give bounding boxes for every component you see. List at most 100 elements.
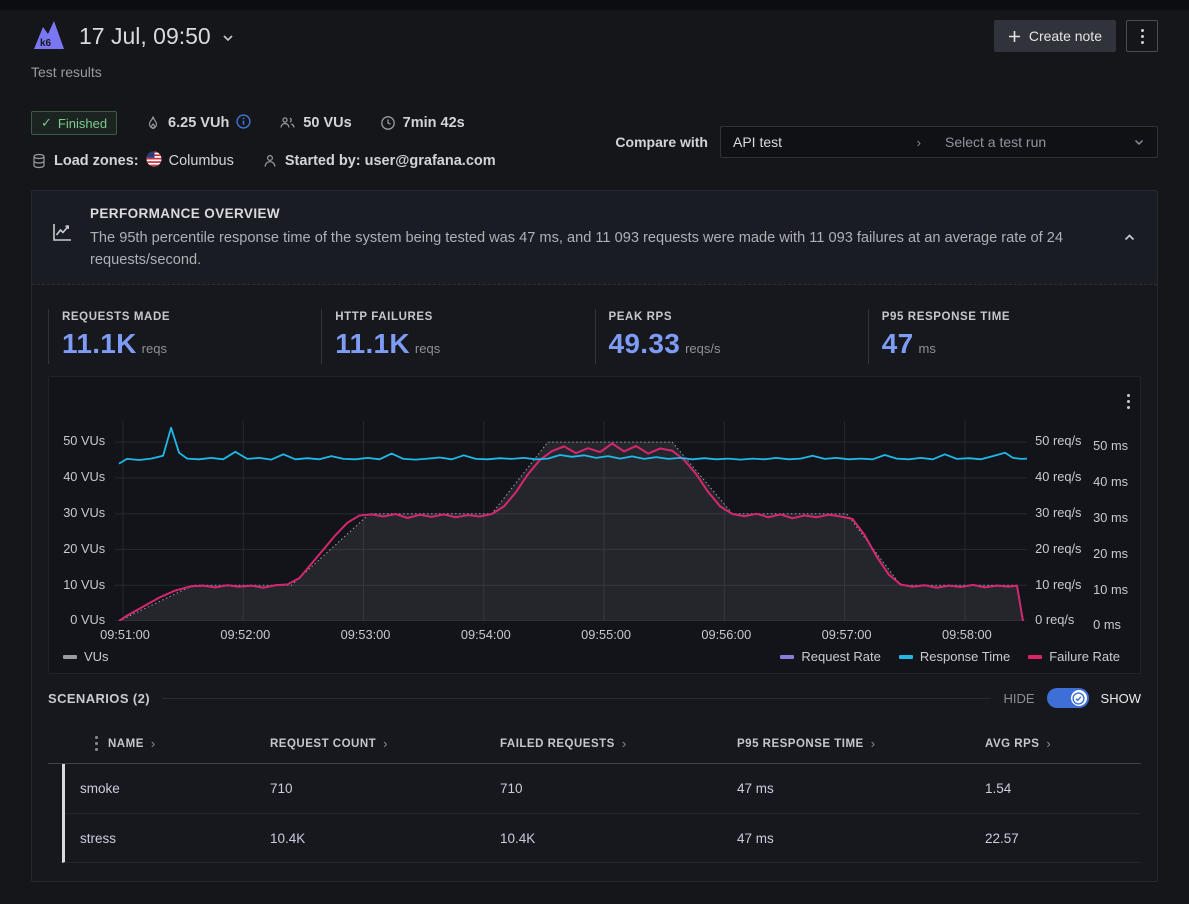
header-kebab-menu-button[interactable] [1126,20,1158,52]
stat-unit: reqs [142,341,167,356]
sort-chevron-icon: › [1046,737,1051,750]
create-note-button[interactable]: Create note [994,20,1116,52]
page-title: 17 Jul, 09:50 [79,23,211,50]
create-note-label: Create note [1029,28,1102,44]
y-tick-ms: 30 ms [1093,510,1128,525]
collapse-section-button[interactable] [1122,230,1137,248]
overview-description: The 95th percentile response time of the… [90,227,1075,271]
x-tick: 09:51:00 [93,627,157,642]
legend-swatch [899,655,913,659]
x-axis: 09:51:0009:52:0009:53:0009:54:0009:55:00… [49,621,1140,647]
legend-item-failure-rate[interactable]: Failure Rate [1028,649,1120,664]
stat-unit: reqs/s [685,341,720,356]
performance-overview-panel: PERFORMANCE OVERVIEW The 95th percentile… [31,190,1158,882]
plus-icon [1008,30,1021,43]
stat-requests-made: REQUESTS MADE11.1Kreqs [48,309,321,364]
us-flag-icon [146,151,162,171]
check-icon: ✓ [41,115,52,131]
column-header-request-count[interactable]: REQUEST COUNT› [270,737,500,750]
stat-label: HTTP FAILURES [335,311,594,323]
y-tick-vus: 30 VUs [63,505,105,520]
column-header-p95-response-time[interactable]: P95 RESPONSE TIME› [737,737,985,750]
x-tick: 09:56:00 [694,627,758,642]
stat-p95-response-time: P95 RESPONSE TIME47ms [868,309,1141,364]
chart-legend: VUs Request Rate Response Time Failure Rat… [49,647,1140,664]
stat-label: PEAK RPS [609,311,868,323]
clock-icon [380,115,396,131]
y-tick-ms: 10 ms [1093,582,1128,597]
plot-wrap: 0 VUs10 VUs20 VUs30 VUs40 VUs50 VUs 0 re… [49,421,1140,621]
show-scenarios-toggle[interactable] [1047,688,1089,708]
duration: 7min 42s [380,115,465,131]
compare-with-label: Compare with [615,134,708,150]
compare-select[interactable]: API test › Select a test run [720,126,1158,158]
chart-kebab-menu-button[interactable] [1127,385,1130,409]
load-zones: Load zones: Columbus [31,151,234,171]
stat-label: REQUESTS MADE [62,311,321,323]
y-tick-vus: 40 VUs [63,469,105,484]
stats-row: REQUESTS MADE11.1Kreqs HTTP FAILURES 11.1K… [48,309,1141,364]
toggle-knob [1071,690,1087,706]
vuh-usage: 6.25 VUh [145,114,251,133]
caret-down-icon [1133,136,1145,148]
hide-label[interactable]: HIDE [1003,691,1034,706]
table-body: smoke71071047 ms1.54stress10.4K10.4K47 m… [62,764,1141,863]
divider-line [162,698,991,699]
y-tick-vus: 20 VUs [63,541,105,556]
show-label[interactable]: SHOW [1101,691,1141,706]
y-tick-reqs: 50 req/s [1035,433,1081,448]
compare-testrun-segment[interactable]: Select a test run [933,134,1157,150]
column-header-name[interactable]: NAME› [108,737,270,750]
test-run-title-dropdown[interactable]: 17 Jul, 09:50 [79,23,235,50]
chart-panel: 0 VUs10 VUs20 VUs30 VUs40 VUs50 VUs 0 re… [48,376,1141,674]
window-top-edge [0,0,1189,10]
kebab-icon [1141,29,1144,44]
test-meta: ✓Finished 6.25 VUh 50 VUs 7min 42s Load … [31,110,1158,174]
legend-item-request-rate[interactable]: Request Rate [780,649,881,664]
sort-chevron-icon: › [871,737,876,750]
scenarios-header: SCENARIOS (2) HIDE SHOW [48,688,1141,708]
y-tick-ms: 20 ms [1093,546,1128,561]
circle-check-icon [1072,692,1085,705]
status-badge: ✓Finished [31,111,117,135]
chart-line-icon [50,220,74,271]
table-cell: 22.57 [985,831,1141,846]
x-tick: 09:57:00 [815,627,879,642]
table-cell: smoke [80,781,270,796]
chart-svg [115,421,1027,621]
sort-chevron-icon: › [151,737,156,750]
sort-chevron-icon: › [622,737,627,750]
table-row-smoke[interactable]: smoke71071047 ms1.54 [65,764,1141,813]
y-tick-reqs: 10 req/s [1035,577,1081,592]
x-tick: 09:55:00 [574,627,638,642]
stat-label: P95 RESPONSE TIME [882,311,1141,323]
database-icon [31,153,47,169]
stat-unit: reqs [415,341,440,356]
legend-item-vus[interactable]: VUs [63,649,109,664]
legend-item-response-time[interactable]: Response Time [899,649,1010,664]
info-icon[interactable] [236,114,251,133]
chevron-right-icon: › [917,136,921,149]
table-kebab-icon[interactable] [84,736,108,751]
page-header: k6 17 Jul, 09:50 Create note [31,18,1158,54]
y-tick-reqs: 40 req/s [1035,469,1081,484]
flame-icon [145,115,161,131]
stat-value: 47 [882,328,914,360]
table-cell: 47 ms [737,781,985,796]
column-header-avg-rps[interactable]: AVG RPS› [985,737,1141,750]
y-tick-vus: 10 VUs [63,577,105,592]
overview-text: PERFORMANCE OVERVIEW The 95th percentile… [90,206,1075,271]
table-cell: 47 ms [737,831,985,846]
scenarios-table: NAME›REQUEST COUNT›FAILED REQUESTS›P95 R… [48,724,1141,863]
y-tick-ms: 40 ms [1093,474,1128,489]
stat-value: 49.33 [609,328,681,360]
x-tick: 09:53:00 [334,627,398,642]
compare-with-control: Compare with API test › Select a test ru… [615,126,1158,158]
y-tick-ms: 50 ms [1093,438,1128,453]
compare-project-segment[interactable]: API test › [721,134,933,150]
table-row-stress[interactable]: stress10.4K10.4K47 ms22.57 [65,813,1141,862]
column-header-failed-requests[interactable]: FAILED REQUESTS› [500,737,737,750]
svg-text:k6: k6 [40,38,52,49]
legend-right-group: Request Rate Response Time Failure Rate [780,649,1120,664]
stat-value: 11.1K [335,328,410,360]
